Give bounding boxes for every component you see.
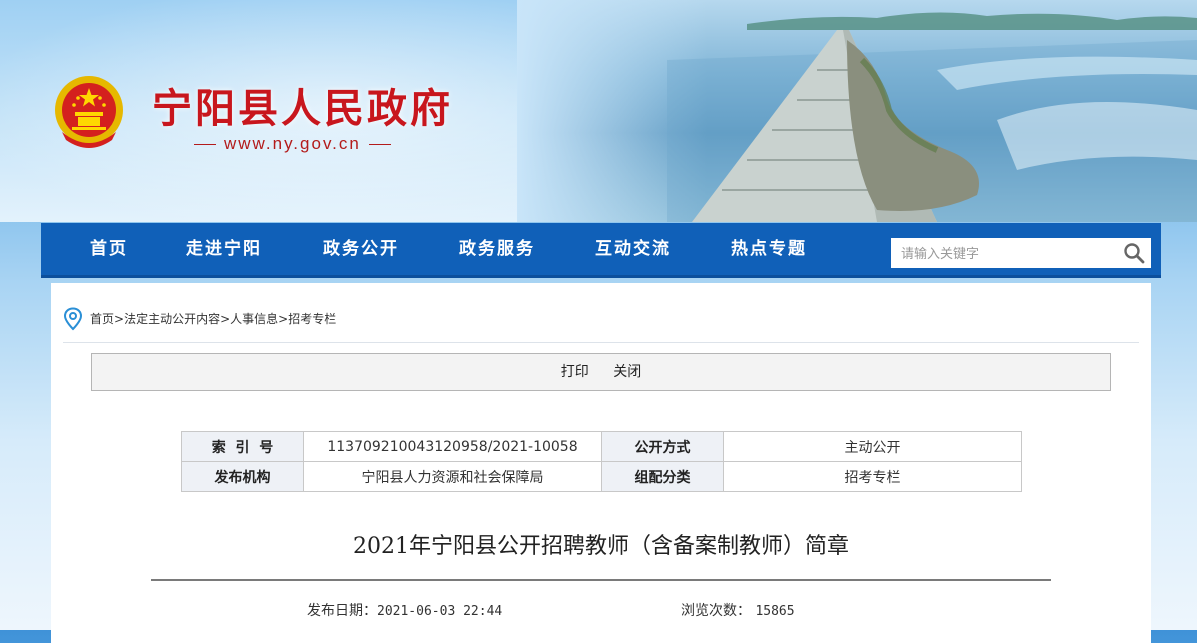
article-title: 2021年宁阳县公开招聘教师（含备案制教师）简章 bbox=[353, 534, 849, 559]
metadata-table: 索 引 号 113709210043120958/2021-10058 公开方式… bbox=[181, 431, 1022, 492]
index-number-value: 113709210043120958/2021-10058 bbox=[303, 431, 602, 462]
national-emblem-icon bbox=[55, 76, 123, 148]
close-button[interactable]: 关闭 bbox=[613, 364, 641, 380]
title-divider bbox=[151, 579, 1051, 581]
nav-item-interaction[interactable]: 互动交流 bbox=[595, 223, 671, 275]
search-input[interactable] bbox=[891, 238, 1133, 268]
search-icon[interactable] bbox=[1123, 242, 1145, 264]
breadcrumb-separator: > bbox=[114, 312, 125, 326]
breadcrumb-separator: > bbox=[278, 312, 289, 326]
content-panel: 首页>法定主动公开内容>人事信息>招考专栏 打印 关闭 索 引 号 113709… bbox=[51, 283, 1151, 643]
site-url: www.ny.gov.cn bbox=[186, 134, 399, 154]
category-label: 组配分类 bbox=[601, 461, 724, 492]
index-number-label: 索 引 号 bbox=[181, 431, 304, 462]
publish-date-value: 2021-06-03 22:44 bbox=[377, 604, 503, 619]
open-mode-value: 主动公开 bbox=[723, 431, 1022, 462]
nav-item-hot-topics[interactable]: 热点专题 bbox=[731, 223, 807, 275]
publish-date-label: 发布日期： bbox=[307, 603, 377, 619]
main-nav: 首页 走进宁阳 政务公开 政务服务 互动交流 热点专题 bbox=[41, 223, 1161, 278]
nav-item-home[interactable]: 首页 bbox=[90, 223, 128, 275]
open-mode-label: 公开方式 bbox=[601, 431, 724, 462]
nav-item-about-ningyang[interactable]: 走进宁阳 bbox=[186, 223, 262, 275]
nav-item-government-services[interactable]: 政务服务 bbox=[459, 223, 535, 275]
category-value: 招考专栏 bbox=[723, 461, 1022, 492]
nav-item-government-affairs[interactable]: 政务公开 bbox=[323, 223, 399, 275]
view-count-label: 浏览次数： bbox=[681, 603, 751, 619]
view-count: 浏览次数： 15865 bbox=[681, 600, 795, 620]
table-row: 发布机构 宁阳县人力资源和社会保障局 组配分类 招考专栏 bbox=[181, 461, 1022, 492]
publish-date: 发布日期：2021-06-03 22:44 bbox=[307, 600, 502, 620]
publisher-value: 宁阳县人力资源和社会保障局 bbox=[303, 461, 602, 492]
breadcrumb-link-recruitment[interactable]: 招考专栏 bbox=[288, 312, 336, 326]
breadcrumb-link-home[interactable]: 首页 bbox=[90, 312, 114, 326]
breadcrumb-separator: > bbox=[220, 312, 231, 326]
breadcrumb-divider bbox=[63, 342, 1139, 343]
banner-landscape-image bbox=[667, 12, 1197, 222]
view-count-value: 15865 bbox=[755, 604, 795, 619]
location-pin-icon bbox=[63, 307, 83, 331]
print-button[interactable]: 打印 bbox=[561, 364, 589, 380]
breadcrumb-link-personnel-info[interactable]: 人事信息 bbox=[230, 312, 278, 326]
search-box bbox=[891, 238, 1151, 268]
article-toolbar: 打印 关闭 bbox=[91, 353, 1111, 391]
breadcrumb-link-public-content[interactable]: 法定主动公开内容 bbox=[124, 312, 220, 326]
site-title: 宁阳县人民政府 bbox=[152, 85, 453, 132]
publisher-label: 发布机构 bbox=[181, 461, 304, 492]
header-banner: 宁阳县人民政府 www.ny.gov.cn bbox=[0, 0, 1197, 222]
table-row: 索 引 号 113709210043120958/2021-10058 公开方式… bbox=[181, 431, 1022, 462]
